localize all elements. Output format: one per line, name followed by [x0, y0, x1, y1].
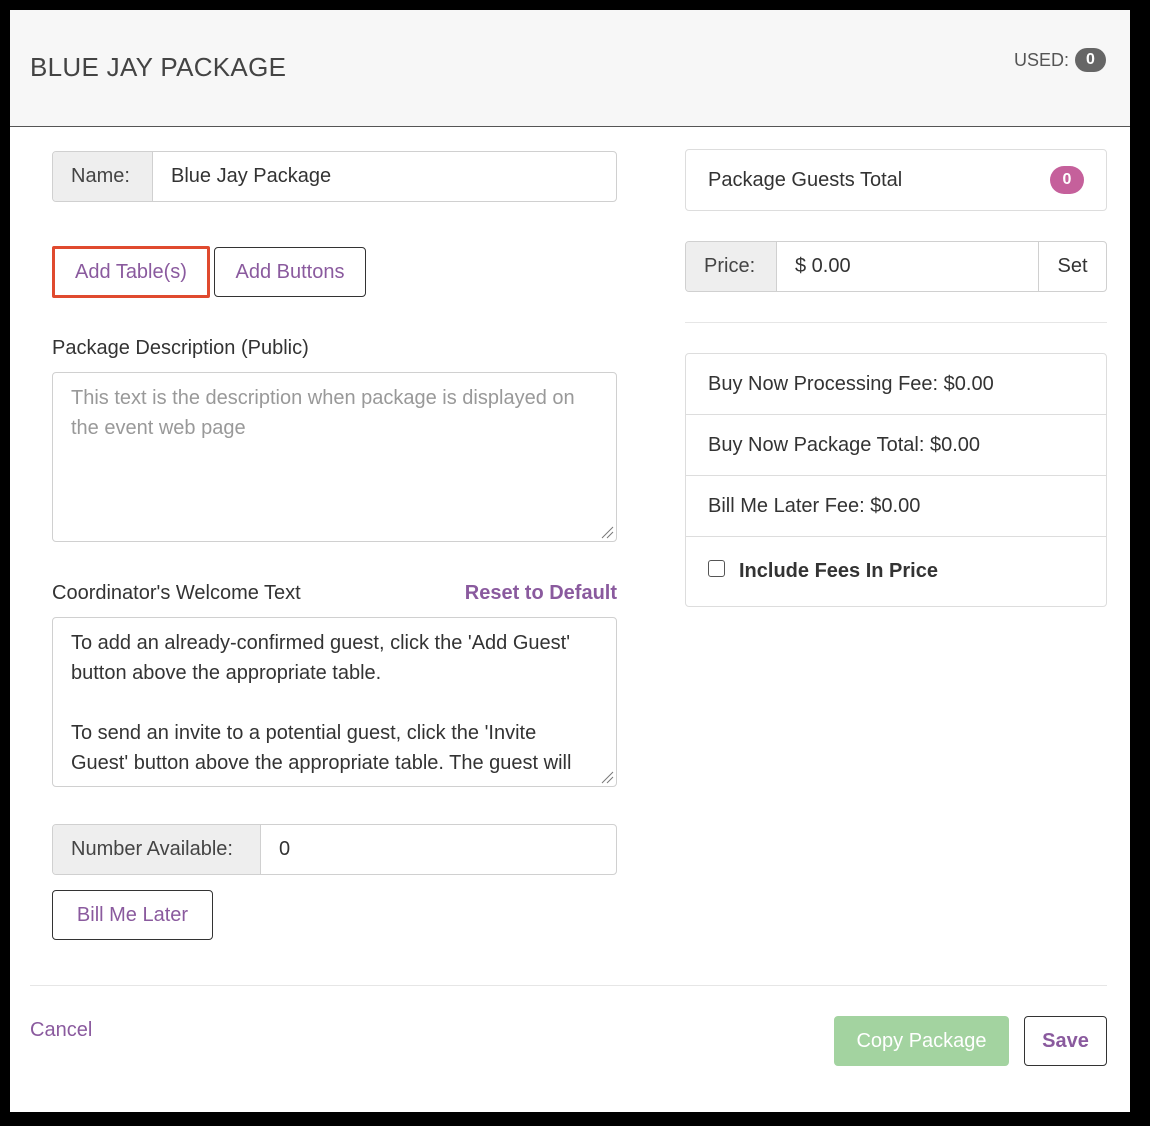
name-label: Name: — [53, 152, 153, 201]
welcome-text-label: Coordinator's Welcome Text — [52, 582, 301, 604]
modal-header: BLUE JAY PACKAGE USED: 0 — [10, 10, 1130, 127]
description-placeholder: This text is the description when packag… — [71, 387, 575, 439]
reset-to-default-link[interactable]: Reset to Default — [465, 582, 617, 605]
add-tables-button[interactable]: Add Table(s) — [52, 246, 210, 298]
name-field[interactable]: Blue Jay Package — [153, 152, 616, 201]
copy-package-button[interactable]: Copy Package — [834, 1016, 1009, 1066]
processing-fee-item: Buy Now Processing Fee: $0.00 — [686, 354, 1106, 415]
guests-total-label: Package Guests Total — [708, 168, 903, 191]
guests-total-panel: Package Guests Total 0 — [685, 149, 1107, 211]
used-count-badge: 0 — [1075, 48, 1106, 72]
guests-total-badge: 0 — [1050, 166, 1084, 194]
include-fees-label[interactable]: Include Fees In Price — [739, 560, 938, 583]
bill-me-later-button[interactable]: Bill Me Later — [52, 890, 213, 940]
package-modal: BLUE JAY PACKAGE USED: 0 Name: Blue Jay … — [10, 10, 1130, 1112]
description-label: Package Description (Public) — [52, 337, 309, 359]
used-label: USED: — [1013, 49, 1069, 70]
resize-handle-icon[interactable] — [600, 770, 614, 784]
welcome-paragraph-1: To add an already-confirmed guest, click… — [71, 632, 571, 684]
footer-divider — [30, 985, 1107, 986]
add-buttons-button[interactable]: Add Buttons — [214, 247, 366, 297]
number-available-group: Number Available: 0 — [52, 824, 617, 875]
bill-later-fee-item: Bill Me Later Fee: $0.00 — [686, 476, 1106, 537]
divider — [685, 322, 1107, 323]
save-button[interactable]: Save — [1024, 1016, 1107, 1066]
include-fees-checkbox[interactable] — [708, 560, 725, 577]
price-label: Price: — [686, 242, 777, 291]
price-input-group: Price: $ 0.00 Set — [685, 241, 1107, 292]
set-price-button[interactable]: Set — [1039, 242, 1106, 291]
cancel-link[interactable]: Cancel — [30, 1019, 92, 1042]
name-input-group: Name: Blue Jay Package — [52, 151, 617, 202]
fees-panel: Buy Now Processing Fee: $0.00 Buy Now Pa… — [685, 353, 1107, 607]
resize-handle-icon[interactable] — [600, 525, 614, 539]
price-field[interactable]: $ 0.00 — [777, 242, 1039, 291]
number-available-label: Number Available: — [53, 825, 261, 874]
include-fees-item: Include Fees In Price — [686, 537, 1106, 606]
description-textarea[interactable]: This text is the description when packag… — [52, 372, 617, 542]
package-total-item: Buy Now Package Total: $0.00 — [686, 415, 1106, 476]
used-indicator: USED: 0 — [1014, 48, 1106, 72]
welcome-textarea[interactable]: To add an already-confirmed guest, click… — [52, 617, 617, 787]
page-title: BLUE JAY PACKAGE — [30, 52, 287, 82]
welcome-paragraph-2: To send an invite to a potential guest, … — [71, 722, 572, 774]
number-available-field[interactable]: 0 — [261, 825, 616, 874]
